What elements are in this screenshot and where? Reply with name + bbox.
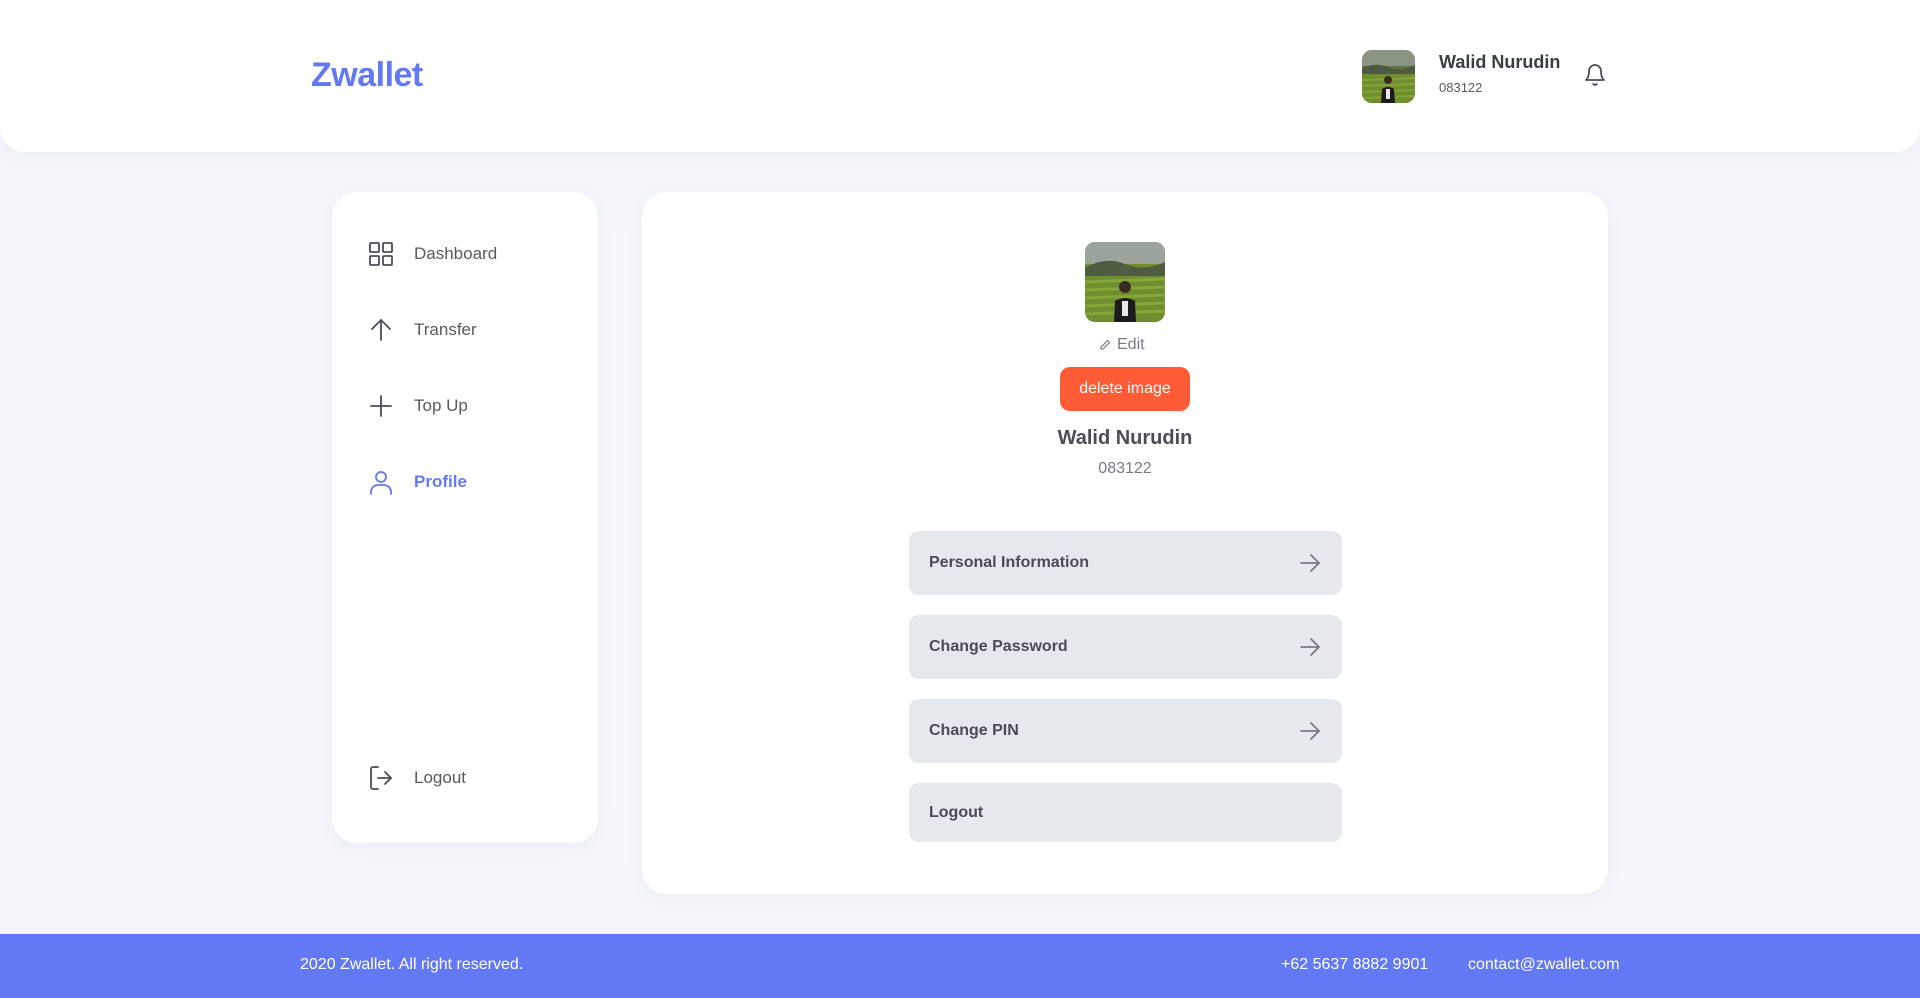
header-user-name: Walid Nurudin (1439, 52, 1561, 72)
arrow-right-icon (1300, 554, 1320, 572)
header-avatar[interactable] (1362, 50, 1415, 103)
menu-label: Change PIN (929, 722, 1019, 739)
menu-label: Logout (929, 803, 984, 821)
pencil-icon (1100, 339, 1111, 350)
user-icon (370, 471, 392, 495)
plus-icon (370, 395, 392, 417)
profile-phone: 083122 (1098, 460, 1152, 477)
sidebar-item-label: Logout (414, 768, 466, 787)
sidebar-item-label: Profile (414, 472, 467, 491)
menu-label: Personal Information (929, 554, 1090, 571)
edit-label: Edit (1117, 336, 1145, 353)
sidebar-item-label: Transfer (414, 320, 477, 339)
sidebar-item-label: Top Up (414, 396, 468, 415)
footer-phone: +62 5637 8882 9901 (1281, 956, 1429, 973)
arrow-up-icon (371, 319, 391, 341)
change-password-button[interactable]: Change Password (909, 615, 1342, 679)
sidebar-item-topup[interactable]: Top Up (368, 392, 468, 420)
grid-icon (369, 242, 393, 266)
app-logo[interactable]: Zwallet (311, 56, 423, 95)
profile-avatar[interactable] (1085, 242, 1165, 322)
change-pin-button[interactable]: Change PIN (909, 699, 1342, 763)
footer: 2020 Zwallet. All right reserved. +62 56… (0, 934, 1920, 998)
profile-card: Edit delete image Walid Nurudin 083122 P… (642, 192, 1608, 894)
sidebar: Dashboard Transfer Top Up Profile Logout (332, 192, 598, 843)
sidebar-item-transfer[interactable]: Transfer (368, 316, 477, 344)
profile-name: Walid Nurudin (1057, 427, 1193, 449)
arrow-right-icon (1300, 638, 1320, 656)
logout-button[interactable]: Logout (909, 783, 1342, 842)
user-photo (1085, 242, 1165, 322)
logout-icon (370, 766, 392, 790)
menu-label: Change Password (929, 638, 1068, 655)
edit-photo-link[interactable]: Edit (1099, 335, 1145, 355)
sidebar-item-logout[interactable]: Logout (368, 764, 466, 792)
sidebar-item-profile[interactable]: Profile (368, 468, 467, 496)
sidebar-item-dashboard[interactable]: Dashboard (368, 240, 497, 268)
personal-information-button[interactable]: Personal Information (909, 531, 1342, 595)
header-user-phone: 083122 (1439, 80, 1483, 95)
top-header: Zwallet Walid Nurudin 083122 (0, 0, 1920, 152)
bell-icon[interactable] (1583, 62, 1607, 88)
footer-email: contact@zwallet.com (1468, 956, 1620, 973)
delete-image-button[interactable]: delete image (1060, 367, 1190, 411)
user-photo (1362, 50, 1415, 103)
footer-copyright: 2020 Zwallet. All right reserved. (300, 956, 524, 973)
sidebar-item-label: Dashboard (414, 244, 498, 263)
arrow-right-icon (1300, 722, 1320, 740)
